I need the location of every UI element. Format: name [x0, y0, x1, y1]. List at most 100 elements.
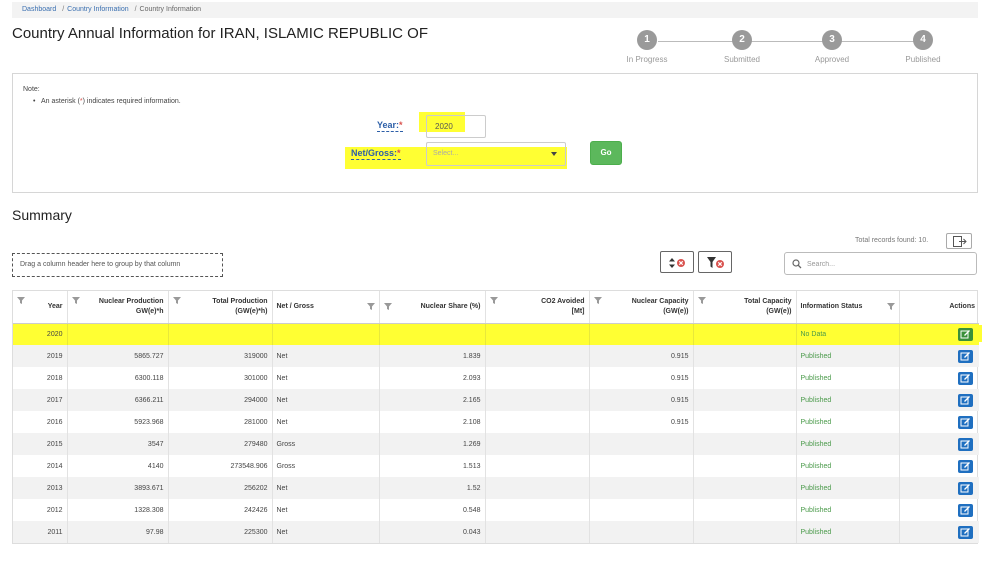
filter-icon[interactable]: [593, 297, 602, 304]
table-row[interactable]: 2012 1328.308 242426 Net 0.548 Published: [13, 499, 979, 521]
search-box[interactable]: [784, 252, 977, 275]
edit-button[interactable]: [958, 349, 973, 363]
column-header-year[interactable]: Year: [13, 291, 68, 324]
cell-year: 2017: [13, 389, 68, 411]
edit-button[interactable]: [958, 437, 973, 451]
cell-status: No Data: [796, 323, 900, 345]
bullet: •: [33, 98, 36, 105]
column-header-text: Nuclear Share (%): [420, 302, 481, 310]
filter-icon[interactable]: [71, 297, 80, 304]
cell-total-capacity: [693, 345, 797, 367]
cell-nuclear-capacity: [589, 323, 694, 345]
table-row[interactable]: 2014 4140 273548.906 Gross 1.513 Publish…: [13, 455, 979, 477]
go-button[interactable]: Go: [590, 141, 622, 165]
cell-nuclear-capacity: [589, 499, 694, 521]
cell-year: 2019: [13, 345, 68, 367]
required-asterisk: *: [399, 120, 403, 130]
column-header-nuclear-share[interactable]: Nuclear Share (%): [379, 291, 486, 324]
year-label-text: Year:: [377, 120, 400, 130]
column-header-text: Total Production (GW(e)*h): [212, 297, 268, 315]
step-label: In Progress: [626, 55, 668, 64]
column-header-information-status[interactable]: Information Status: [796, 291, 900, 324]
column-header-co2-avoided[interactable]: CO2 Avoided [Mt]: [485, 291, 590, 324]
table-row[interactable]: 2016 5923.968 281000 Net 2.108 0.915 Pub…: [13, 411, 979, 433]
edit-button[interactable]: [958, 525, 973, 539]
column-header-total-production[interactable]: Total Production (GW(e)*h): [168, 291, 273, 324]
cell-co2-avoided: [485, 433, 590, 455]
table-row[interactable]: 2017 6366.211 294000 Net 2.165 0.915 Pub…: [13, 389, 979, 411]
cell-co2-avoided: [485, 411, 590, 433]
edit-button[interactable]: [958, 327, 973, 341]
column-header-total-capacity[interactable]: Total Capacity (GW(e)): [693, 291, 797, 324]
table-header-row: Year Nuclear Production GW(e)*h Total Pr…: [13, 291, 979, 324]
cell-nuclear-capacity: [589, 477, 694, 499]
filter-icon[interactable]: [366, 303, 375, 310]
table-row[interactable]: 2013 3893.671 256202 Net 1.52 Published: [13, 477, 979, 499]
edit-button[interactable]: [958, 503, 973, 517]
cell-co2-avoided: [485, 389, 590, 411]
cell-actions: [899, 455, 979, 477]
breadcrumb-dashboard-link[interactable]: Dashboard: [22, 6, 56, 13]
net-gross-label: Net/Gross:*: [351, 148, 401, 160]
step-label: Submitted: [723, 55, 761, 64]
table-row[interactable]: 2018 6300.118 301000 Net 2.093 0.915 Pub…: [13, 367, 979, 389]
cell-nuclear-capacity: 0.915: [589, 367, 694, 389]
breadcrumb-separator: /: [62, 6, 65, 13]
step-published: 4 Published: [893, 30, 953, 64]
column-header-net-gross[interactable]: Net / Gross: [272, 291, 380, 324]
edit-button[interactable]: [958, 415, 973, 429]
stepper-line: [658, 41, 922, 42]
edit-icon: [960, 329, 970, 339]
clear-filter-button[interactable]: [698, 251, 732, 273]
filter-icon[interactable]: [886, 303, 895, 310]
step-label: Approved: [814, 55, 850, 64]
cell-total-production: 273548.906: [168, 455, 273, 477]
table-row[interactable]: 2019 5865.727 319000 Net 1.839 0.915 Pub…: [13, 345, 979, 367]
cell-status: Published: [796, 345, 900, 367]
cell-actions: [899, 323, 979, 345]
column-header-text: CO2 Avoided [Mt]: [541, 297, 585, 315]
edit-button[interactable]: [958, 459, 973, 473]
cell-nuclear-production: 6300.118: [67, 367, 169, 389]
breadcrumb-country-info-link[interactable]: Country Information: [67, 6, 128, 13]
net-gross-select[interactable]: Select...: [426, 142, 566, 166]
cell-year: 2016: [13, 411, 68, 433]
cell-nuclear-share: 0.548: [379, 499, 486, 521]
filter-icon[interactable]: [383, 303, 392, 310]
filter-icon[interactable]: [17, 297, 25, 304]
step-label: Published: [905, 55, 941, 64]
cell-actions: [899, 521, 979, 543]
cell-nuclear-capacity: [589, 455, 694, 477]
search-input[interactable]: [807, 257, 967, 271]
edit-icon: [960, 483, 970, 492]
filter-icon[interactable]: [697, 297, 706, 304]
cell-total-capacity: [693, 411, 797, 433]
cell-total-production: 281000: [168, 411, 273, 433]
filter-icon[interactable]: [172, 297, 181, 304]
cell-status: Published: [796, 367, 900, 389]
column-header-nuclear-production[interactable]: Nuclear Production GW(e)*h: [67, 291, 169, 324]
net-gross-label-text: Net/Gross:: [351, 148, 398, 158]
cell-nuclear-share: 1.839: [379, 345, 486, 367]
table-row[interactable]: 2020 No Data: [13, 323, 979, 345]
filter-icon[interactable]: [489, 297, 498, 304]
cell-net-gross: Gross: [272, 433, 380, 455]
clear-sort-button[interactable]: [660, 251, 694, 273]
cell-year: 2011: [13, 521, 68, 543]
year-input[interactable]: 2020: [426, 115, 486, 138]
step-number: 1: [637, 30, 657, 50]
table-row[interactable]: 2011 97.98 225300 Net 0.043 Published: [13, 521, 979, 543]
cell-nuclear-production: 97.98: [67, 521, 169, 543]
column-header-text: Information Status: [800, 302, 863, 310]
edit-button[interactable]: [958, 393, 973, 407]
export-button[interactable]: [946, 233, 972, 249]
step-in-progress: 1 In Progress: [617, 30, 677, 64]
group-by-drop-zone[interactable]: Drag a column header here to group by th…: [12, 253, 223, 277]
table-row[interactable]: 2015 3547 279480 Gross 1.269 Published: [13, 433, 979, 455]
edit-button[interactable]: [958, 371, 973, 385]
column-header-nuclear-capacity[interactable]: Nuclear Capacity (GW(e)): [589, 291, 694, 324]
chevron-down-icon: [551, 152, 557, 156]
edit-button[interactable]: [958, 481, 973, 495]
cell-net-gross: Net: [272, 411, 380, 433]
cell-nuclear-share: 1.513: [379, 455, 486, 477]
